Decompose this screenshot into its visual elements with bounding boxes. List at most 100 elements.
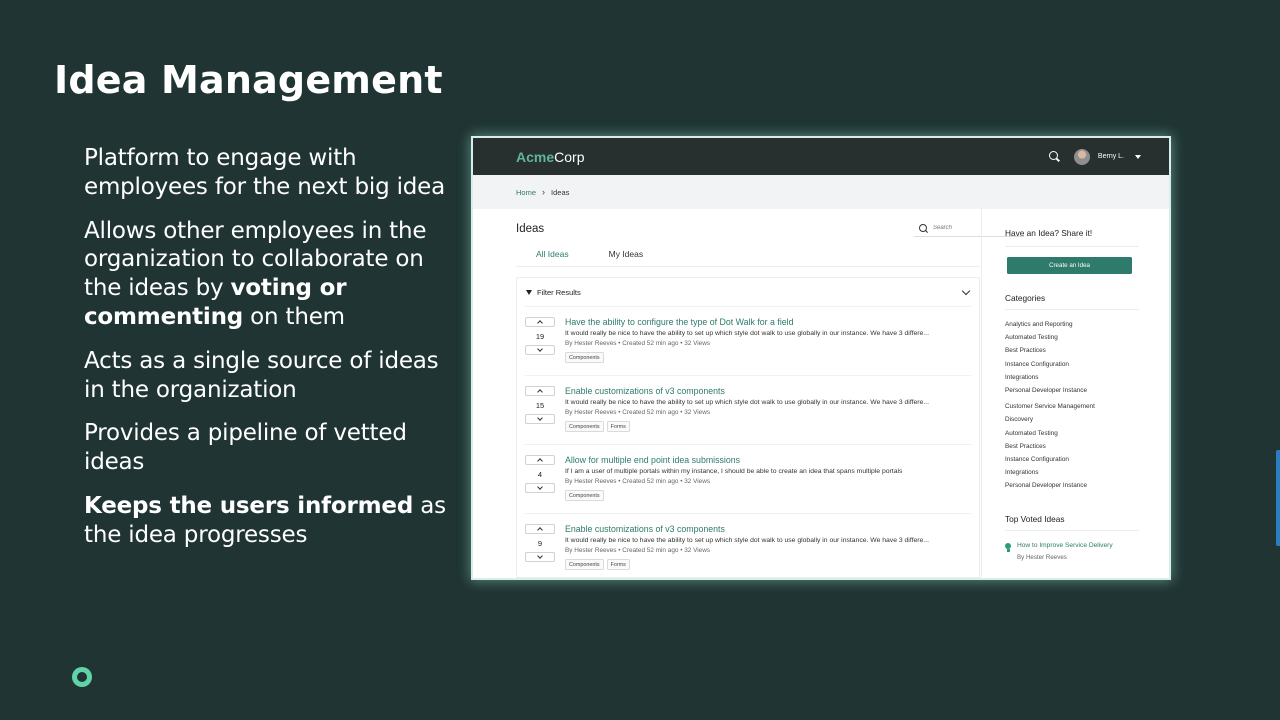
category-link[interactable]: Best Practices [1005, 344, 1095, 357]
page-title: Ideas [516, 223, 545, 235]
chevron-up-icon [537, 527, 543, 533]
top-voted-link[interactable]: How to Improve Service Delivery [1017, 542, 1113, 549]
category-link[interactable]: Integrations [1005, 466, 1095, 479]
chevron-down-icon[interactable] [1135, 154, 1141, 159]
chevron-down-icon[interactable] [961, 286, 971, 295]
breadcrumb-home[interactable]: Home [516, 188, 536, 197]
filter-toggle[interactable]: Filter Results [526, 288, 581, 297]
category-link[interactable]: Personal Developer Instance [1005, 479, 1095, 492]
idea-body: Allow for multiple end point idea submis… [565, 455, 973, 501]
vote-count: 15 [535, 400, 545, 410]
category-link[interactable]: Automated Testing [1005, 331, 1095, 344]
category-link[interactable]: Integrations [1005, 371, 1095, 384]
search-icon [919, 223, 928, 233]
idea-description: It would really be nice to have the abil… [565, 537, 929, 544]
divider [1005, 530, 1139, 531]
bullet-item: Keeps the users informed as the idea pro… [84, 492, 446, 548]
breadcrumb: Home › Ideas [473, 175, 1169, 209]
idea-title-link[interactable]: Allow for multiple end point idea submis… [565, 455, 973, 465]
idea-views: 32 Views [684, 409, 711, 416]
category-link[interactable]: Instance Configuration [1005, 453, 1095, 466]
app-logo[interactable]: AcmeCorp [516, 149, 585, 165]
category-link[interactable]: Customer Service Management [1005, 400, 1095, 413]
category-link[interactable]: Analytics and Reporting [1005, 318, 1095, 331]
header-actions: Berny L. [1048, 148, 1141, 165]
bullet-item: Platform to engage with employees for th… [84, 145, 446, 200]
downvote-button[interactable] [525, 483, 555, 493]
ideas-tabs: All Ideas My Ideas [516, 247, 663, 267]
upvote-button[interactable] [525, 386, 555, 396]
category-list: Analytics and Reporting Automated Testin… [1005, 318, 1095, 492]
idea-created: Created 52 min ago [622, 478, 679, 485]
idea-item: 19 Have the ability to configure the typ… [525, 306, 971, 375]
tab-my-ideas[interactable]: My Ideas [589, 247, 664, 267]
filter-label: Filter Results [537, 287, 581, 297]
idea-description: If I am a user of multiple portals withi… [565, 468, 903, 475]
divider [1005, 246, 1139, 247]
tag-badge[interactable]: Components [565, 559, 604, 570]
idea-author: By Hester Reeves [565, 547, 617, 554]
idea-author: By Hester Reeves [565, 478, 617, 485]
avatar[interactable] [1073, 148, 1090, 165]
downvote-button[interactable] [525, 345, 555, 355]
bullet-item: Acts as a single source of ideas in the … [84, 347, 439, 403]
category-link[interactable]: Discovery [1005, 413, 1095, 426]
idea-views: 32 Views [684, 547, 711, 554]
idea-tags: Components [565, 352, 973, 363]
tag-badge[interactable]: Components [565, 421, 604, 432]
app-screenshot: AcmeCorp Berny L. Home › Ideas Ideas All… [473, 138, 1169, 578]
search-icon[interactable] [1048, 151, 1060, 162]
chevron-right-icon: › [542, 187, 546, 197]
user-name[interactable]: Berny L. [1098, 153, 1124, 160]
tabs-divider [516, 266, 980, 267]
idea-tags: Components Forms [565, 559, 973, 570]
upvote-button[interactable] [525, 317, 555, 327]
idea-meta: By Hester Reeves • Created 52 min ago • … [565, 547, 711, 554]
vote-count: 4 [537, 469, 543, 479]
ideas-list-card: Filter Results 19 Have the ability to co… [516, 277, 980, 578]
idea-title-link[interactable]: Enable customizations of v3 components [565, 524, 973, 534]
category-link[interactable]: Instance Configuration [1005, 358, 1095, 371]
idea-title-link[interactable]: Enable customizations of v3 components [565, 386, 973, 396]
categories-heading: Categories [1005, 293, 1046, 303]
idea-item: 15 Enable customizations of v3 component… [525, 375, 971, 444]
category-link[interactable]: Best Practices [1005, 440, 1095, 453]
idea-tags: Components [565, 490, 973, 501]
idea-views: 32 Views [684, 478, 711, 485]
upvote-button[interactable] [525, 455, 555, 465]
chevron-down-icon [537, 346, 543, 352]
idea-description: It would really be nice to have the abil… [565, 399, 929, 406]
category-link[interactable]: Automated Testing [1005, 427, 1095, 440]
idea-author: By Hester Reeves [565, 409, 617, 416]
downvote-button[interactable] [525, 414, 555, 424]
idea-meta: By Hester Reeves • Created 52 min ago • … [565, 409, 711, 416]
logo-acme: Acme [516, 148, 555, 165]
tag-badge[interactable]: Forms [606, 421, 630, 432]
idea-meta: By Hester Reeves • Created 52 min ago • … [565, 478, 711, 485]
page-content: Ideas All Ideas My Ideas Filter Results [473, 209, 1169, 578]
idea-views: 32 Views [684, 340, 711, 347]
vote-control: 19 [525, 317, 555, 357]
tag-badge[interactable]: Components [565, 352, 604, 363]
lightbulb-icon [1005, 543, 1011, 552]
filter-icon [526, 289, 532, 295]
bullet-item: Provides a pipeline of vetted ideas [84, 420, 407, 476]
category-link[interactable]: Personal Developer Instance [1005, 384, 1095, 397]
vote-control: 15 [525, 386, 555, 426]
breadcrumb-current: Ideas [551, 187, 570, 197]
filter-header[interactable]: Filter Results [517, 278, 979, 306]
tag-badge[interactable]: Components [565, 490, 604, 501]
tag-badge[interactable]: Forms [606, 559, 630, 570]
vote-count: 19 [535, 331, 545, 341]
create-idea-button[interactable]: Create an Idea [1007, 257, 1132, 274]
share-idea-heading: Have an Idea? Share it! [1005, 228, 1093, 238]
downvote-button[interactable] [525, 552, 555, 562]
idea-body: Enable customizations of v3 components I… [565, 386, 973, 432]
top-voted-item: How to Improve Service Delivery By Heste… [1005, 542, 1113, 561]
side-panel-handle[interactable] [1276, 450, 1280, 546]
upvote-button[interactable] [525, 524, 555, 534]
vote-control: 4 [525, 455, 555, 495]
top-voted-heading: Top Voted Ideas [1005, 514, 1065, 524]
idea-title-link[interactable]: Have the ability to configure the type o… [565, 317, 973, 327]
tab-all-ideas[interactable]: All Ideas [516, 247, 589, 267]
